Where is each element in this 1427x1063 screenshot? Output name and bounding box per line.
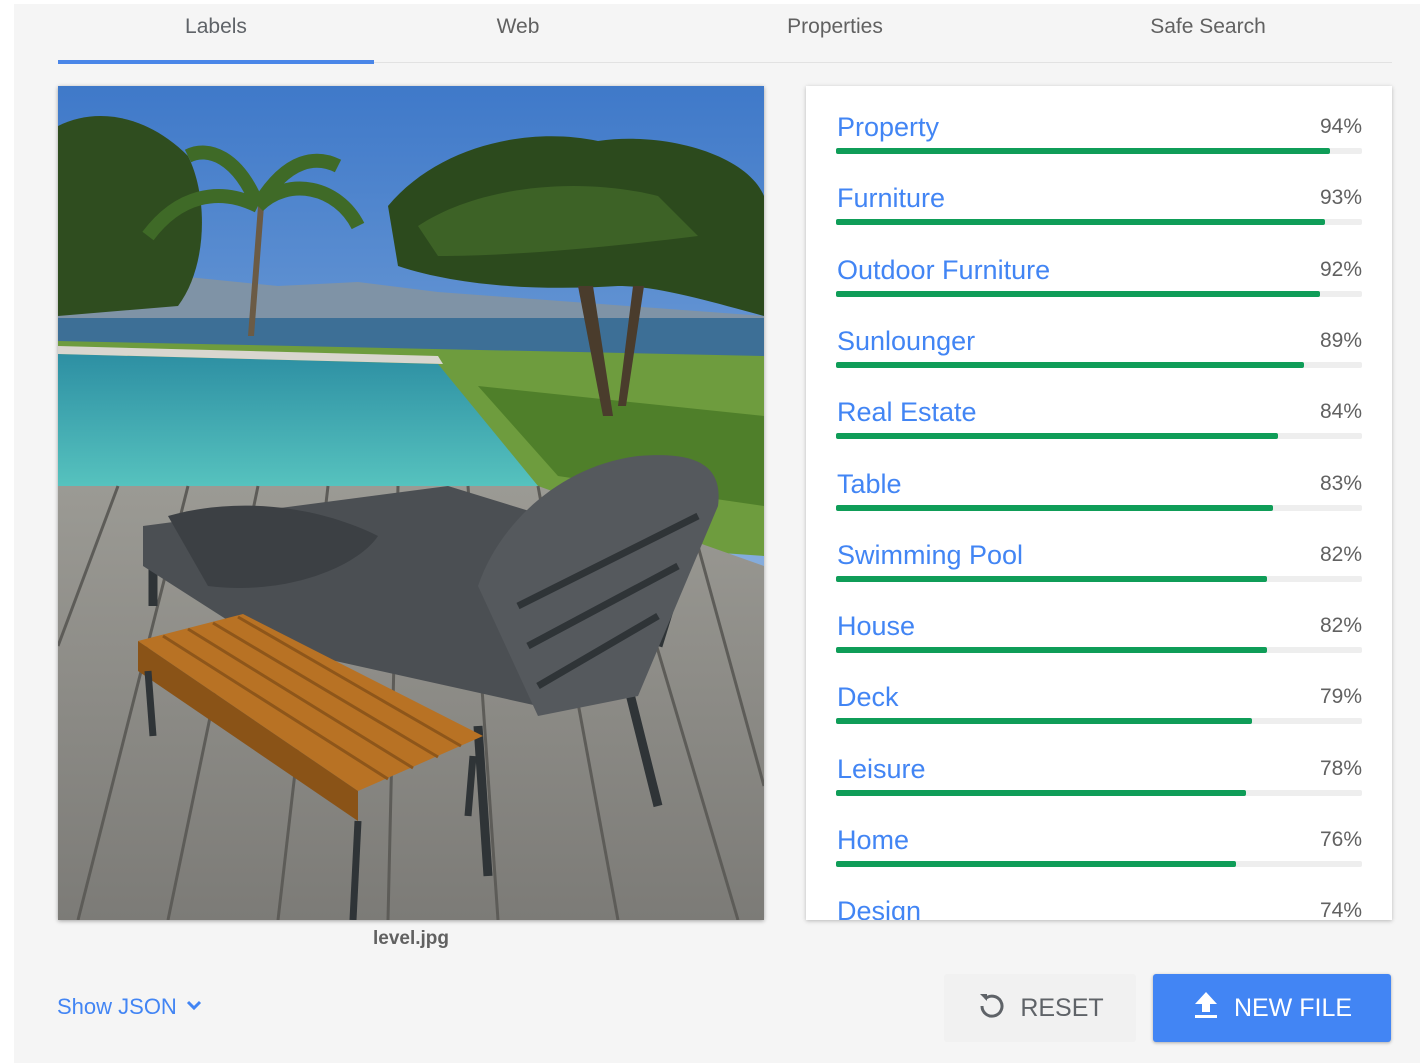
score-bar-track xyxy=(836,861,1362,867)
label-name[interactable]: Sunlounger xyxy=(837,326,975,357)
label-name[interactable]: Furniture xyxy=(837,183,945,214)
label-score: 94% xyxy=(1319,115,1362,138)
score-bar-track xyxy=(836,290,1362,297)
score-bar-fill xyxy=(836,861,1236,867)
score-bar-fill xyxy=(836,361,1305,368)
tab-properties[interactable]: Properties xyxy=(685,4,985,62)
score-bar-fill xyxy=(836,148,1331,154)
label-score: 79% xyxy=(1319,685,1362,709)
label-row: Sunlounger 89% xyxy=(836,312,1362,383)
score-bar-track xyxy=(836,575,1362,582)
label-row: Table 83% xyxy=(836,455,1362,526)
label-score: 93% xyxy=(1319,186,1362,210)
label-row: Home 76% xyxy=(836,811,1362,882)
label-row: Design 74% xyxy=(836,882,1362,920)
new-file-label: NEW FILE xyxy=(1233,993,1353,1022)
tab-web[interactable]: Web xyxy=(374,4,662,62)
vision-panel: Labels Web Properties Safe Search level.… xyxy=(14,4,1420,1063)
label-name[interactable]: Real Estate xyxy=(837,397,977,428)
score-bar-track xyxy=(836,789,1362,796)
show-json-label: Show JSON xyxy=(57,994,177,1019)
label-row: Furniture 93% xyxy=(836,169,1362,240)
label-row: House 82% xyxy=(836,597,1362,668)
label-score: 82% xyxy=(1319,614,1362,638)
score-bar-track xyxy=(836,718,1362,725)
label-row: Real Estate 84% xyxy=(836,383,1362,454)
chevron-down-icon xyxy=(185,994,203,1020)
reset-icon xyxy=(976,990,1006,1027)
label-row: Outdoor Furniture 92% xyxy=(836,241,1362,312)
label-name[interactable]: Table xyxy=(837,469,902,500)
label-row: Deck 79% xyxy=(836,668,1362,739)
label-score: 83% xyxy=(1319,471,1362,495)
score-bar-fill xyxy=(836,647,1268,654)
tab-labels[interactable]: Labels xyxy=(58,4,374,64)
score-bar-track xyxy=(836,504,1362,511)
label-name[interactable]: Swimming Pool xyxy=(837,540,1023,571)
tab-indicator xyxy=(58,60,374,64)
reset-button[interactable]: RESET xyxy=(944,974,1136,1042)
label-score: 92% xyxy=(1319,257,1362,281)
show-json-toggle[interactable]: Show JSON xyxy=(57,994,203,1020)
uploaded-image xyxy=(58,86,764,920)
tab-bar: Labels Web Properties Safe Search xyxy=(58,4,1392,64)
upload-icon xyxy=(1192,990,1220,1027)
score-bar-track xyxy=(836,219,1362,226)
score-bar-fill xyxy=(836,789,1247,796)
label-score: 82% xyxy=(1319,542,1362,566)
labels-list: Property 94% Furniture 93% Outdoor Furniture… xyxy=(806,86,1392,920)
score-bar-track xyxy=(836,148,1362,154)
score-bar-track xyxy=(836,647,1362,654)
label-name[interactable]: Leisure xyxy=(837,754,926,785)
label-name[interactable]: Outdoor Furniture xyxy=(837,255,1050,286)
label-row: Swimming Pool 82% xyxy=(836,526,1362,597)
label-score: 84% xyxy=(1319,400,1362,424)
label-row: Property 94% xyxy=(836,98,1362,169)
label-name[interactable]: House xyxy=(837,611,915,642)
score-bar-track xyxy=(836,433,1362,440)
label-row: Leisure 78% xyxy=(836,740,1362,811)
score-bar-fill xyxy=(836,575,1268,582)
score-bar-fill xyxy=(836,219,1326,226)
label-score: 89% xyxy=(1319,328,1362,352)
label-name[interactable]: Design xyxy=(837,896,921,920)
label-score: 74% xyxy=(1319,899,1362,920)
reset-label: RESET xyxy=(1020,993,1104,1022)
label-name[interactable]: Property xyxy=(837,112,939,143)
image-filename: level.jpg xyxy=(372,928,450,949)
label-name[interactable]: Deck xyxy=(837,682,899,713)
score-bar-fill xyxy=(836,290,1320,297)
score-bar-track xyxy=(836,361,1362,368)
tab-safe-search[interactable]: Safe Search xyxy=(1043,4,1373,62)
pool-deck-photo xyxy=(58,86,764,920)
new-file-button[interactable]: NEW FILE xyxy=(1153,974,1391,1042)
score-bar-fill xyxy=(836,718,1252,725)
label-name[interactable]: Home xyxy=(837,825,909,856)
score-bar-fill xyxy=(836,504,1273,511)
label-score: 78% xyxy=(1319,756,1362,780)
label-score: 76% xyxy=(1319,828,1362,851)
score-bar-fill xyxy=(836,433,1278,440)
